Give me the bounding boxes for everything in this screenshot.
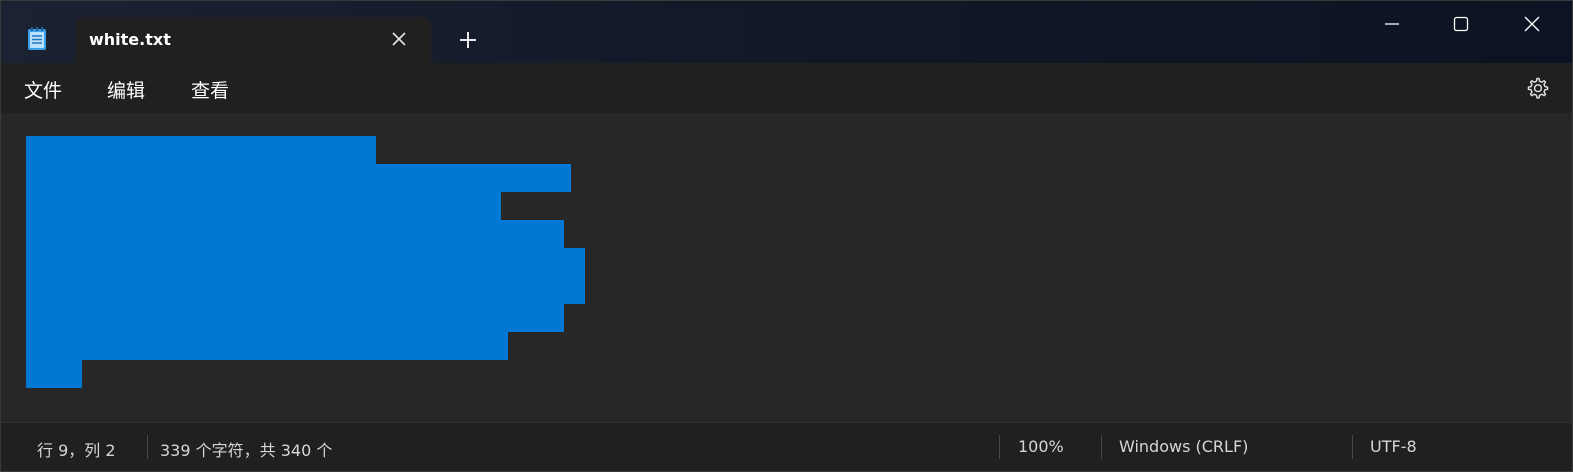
selection-block — [26, 164, 571, 192]
zoom-level[interactable]: 100% — [1018, 437, 1064, 456]
selection-block — [26, 248, 585, 276]
minimize-button[interactable] — [1369, 9, 1415, 39]
minimize-icon — [1385, 23, 1399, 25]
status-bar: 行 9，列 2 339 个字符，共 340 个 100% Windows (CR… — [1, 422, 1572, 471]
menu-bar: 文件 编辑 查看 — [1, 63, 1572, 113]
menu-view[interactable]: 查看 — [191, 76, 229, 103]
plus-icon[interactable] — [457, 29, 479, 51]
gear-icon[interactable] — [1524, 75, 1550, 101]
selection-block — [26, 332, 508, 360]
notepad-window: white.txt 文件 编辑 查看 行 9，列 2 339 个字符，共 340… — [0, 0, 1573, 472]
selection-block — [26, 192, 501, 220]
status-divider — [999, 435, 1000, 459]
close-tab-icon[interactable] — [389, 29, 409, 49]
close-icon — [1524, 16, 1540, 32]
maximize-icon — [1453, 16, 1469, 32]
tab-title: white.txt — [89, 30, 171, 49]
status-divider — [1352, 435, 1353, 459]
notepad-app-icon — [28, 27, 46, 50]
menu-file[interactable]: 文件 — [24, 76, 62, 103]
close-window-button[interactable] — [1509, 9, 1555, 39]
selection-block — [26, 360, 82, 388]
tab-white-txt[interactable]: white.txt — [75, 17, 431, 63]
menu-edit[interactable]: 编辑 — [107, 76, 145, 103]
maximize-button[interactable] — [1438, 9, 1484, 39]
selection-block — [26, 136, 376, 164]
selection-block — [26, 304, 564, 332]
status-divider — [1101, 435, 1102, 459]
character-count: 339 个字符，共 340 个 — [160, 441, 333, 460]
selection-block — [26, 276, 585, 304]
encoding[interactable]: UTF-8 — [1370, 437, 1417, 456]
text-editor-area[interactable] — [1, 113, 1572, 422]
status-divider — [147, 435, 148, 459]
cursor-position: 行 9，列 2 — [37, 441, 116, 460]
selection-block — [26, 220, 564, 248]
title-bar[interactable]: white.txt — [1, 1, 1572, 63]
line-ending[interactable]: Windows (CRLF) — [1119, 437, 1248, 456]
